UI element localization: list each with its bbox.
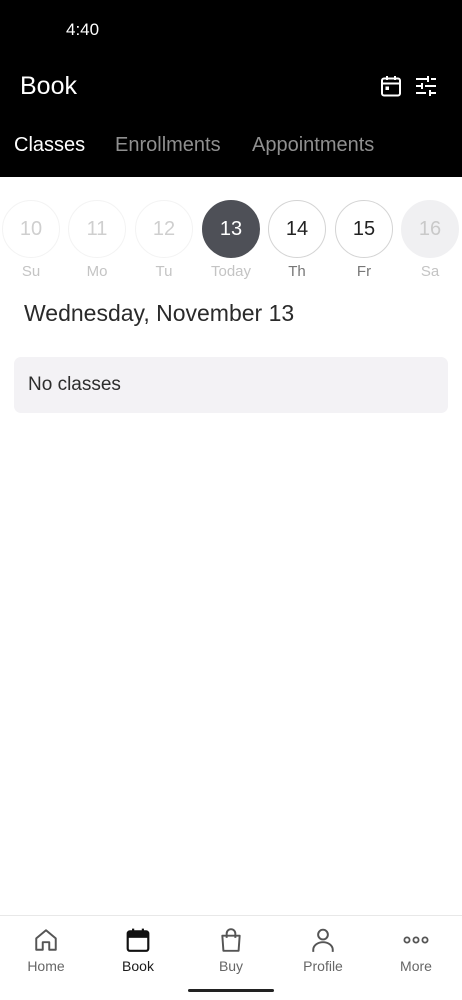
day-label: Mo [86, 263, 108, 280]
more-dots-icon [402, 926, 430, 954]
home-icon [32, 926, 60, 954]
nav-profile[interactable]: Profile [277, 926, 369, 974]
day-item[interactable]: 12 Tu [134, 200, 194, 280]
nav-label: Buy [218, 958, 244, 974]
nav-buy[interactable]: Buy [185, 926, 277, 974]
nav-label: Home [27, 958, 65, 974]
day-number: 15 [335, 200, 393, 258]
day-number: 13 [202, 200, 260, 258]
tab-classes[interactable]: Classes [14, 134, 85, 157]
day-number: 11 [68, 200, 126, 258]
day-label: Tu [155, 263, 173, 280]
shopping-bag-icon [217, 926, 245, 954]
day-label: Th [288, 263, 306, 280]
day-label: Sa [420, 263, 440, 280]
selected-date-heading: Wednesday, November 13 [24, 300, 295, 326]
day-number: 12 [135, 200, 193, 258]
nav-home[interactable]: Home [0, 926, 92, 974]
nav-book[interactable]: Book [92, 926, 184, 974]
nav-label: Profile [303, 958, 343, 974]
tune-icon[interactable] [413, 73, 439, 99]
status-bar-time: 4:40 [66, 20, 100, 39]
nav-more[interactable]: More [370, 926, 462, 974]
home-indicator [188, 989, 274, 992]
day-item[interactable]: 15 Fr [334, 200, 394, 280]
top-app-bar: 4:40 Book Classes Enrollments Appointmen… [0, 0, 462, 177]
day-label: Today [210, 263, 252, 280]
day-item-today[interactable]: 13 Today [201, 200, 261, 280]
day-item[interactable]: 11 Mo [67, 200, 127, 280]
tab-bar: Classes Enrollments Appointments [0, 134, 462, 164]
nav-label: Book [122, 958, 154, 974]
bottom-navigation: Home Book Buy Profile More [0, 915, 462, 1000]
day-label: Fr [356, 263, 372, 280]
tab-enrollments[interactable]: Enrollments [115, 134, 221, 157]
calendar-icon [124, 926, 152, 954]
empty-state-card: No classes [14, 357, 448, 413]
day-item[interactable]: 10 Su [1, 200, 61, 280]
day-number: 10 [2, 200, 60, 258]
tab-appointments[interactable]: Appointments [252, 134, 374, 157]
day-label: Su [21, 263, 41, 280]
person-icon [309, 926, 337, 954]
day-item[interactable]: 14 Th [267, 200, 327, 280]
nav-label: More [400, 958, 432, 974]
calendar-icon[interactable] [378, 73, 404, 99]
page-title: Book [20, 72, 77, 100]
day-item[interactable]: 16 Sa [400, 200, 460, 280]
week-day-picker: 10 Su 11 Mo 12 Tu 13 Today 14 Th 15 Fr 1… [0, 200, 462, 284]
day-number: 16 [401, 200, 459, 258]
day-number: 14 [268, 200, 326, 258]
